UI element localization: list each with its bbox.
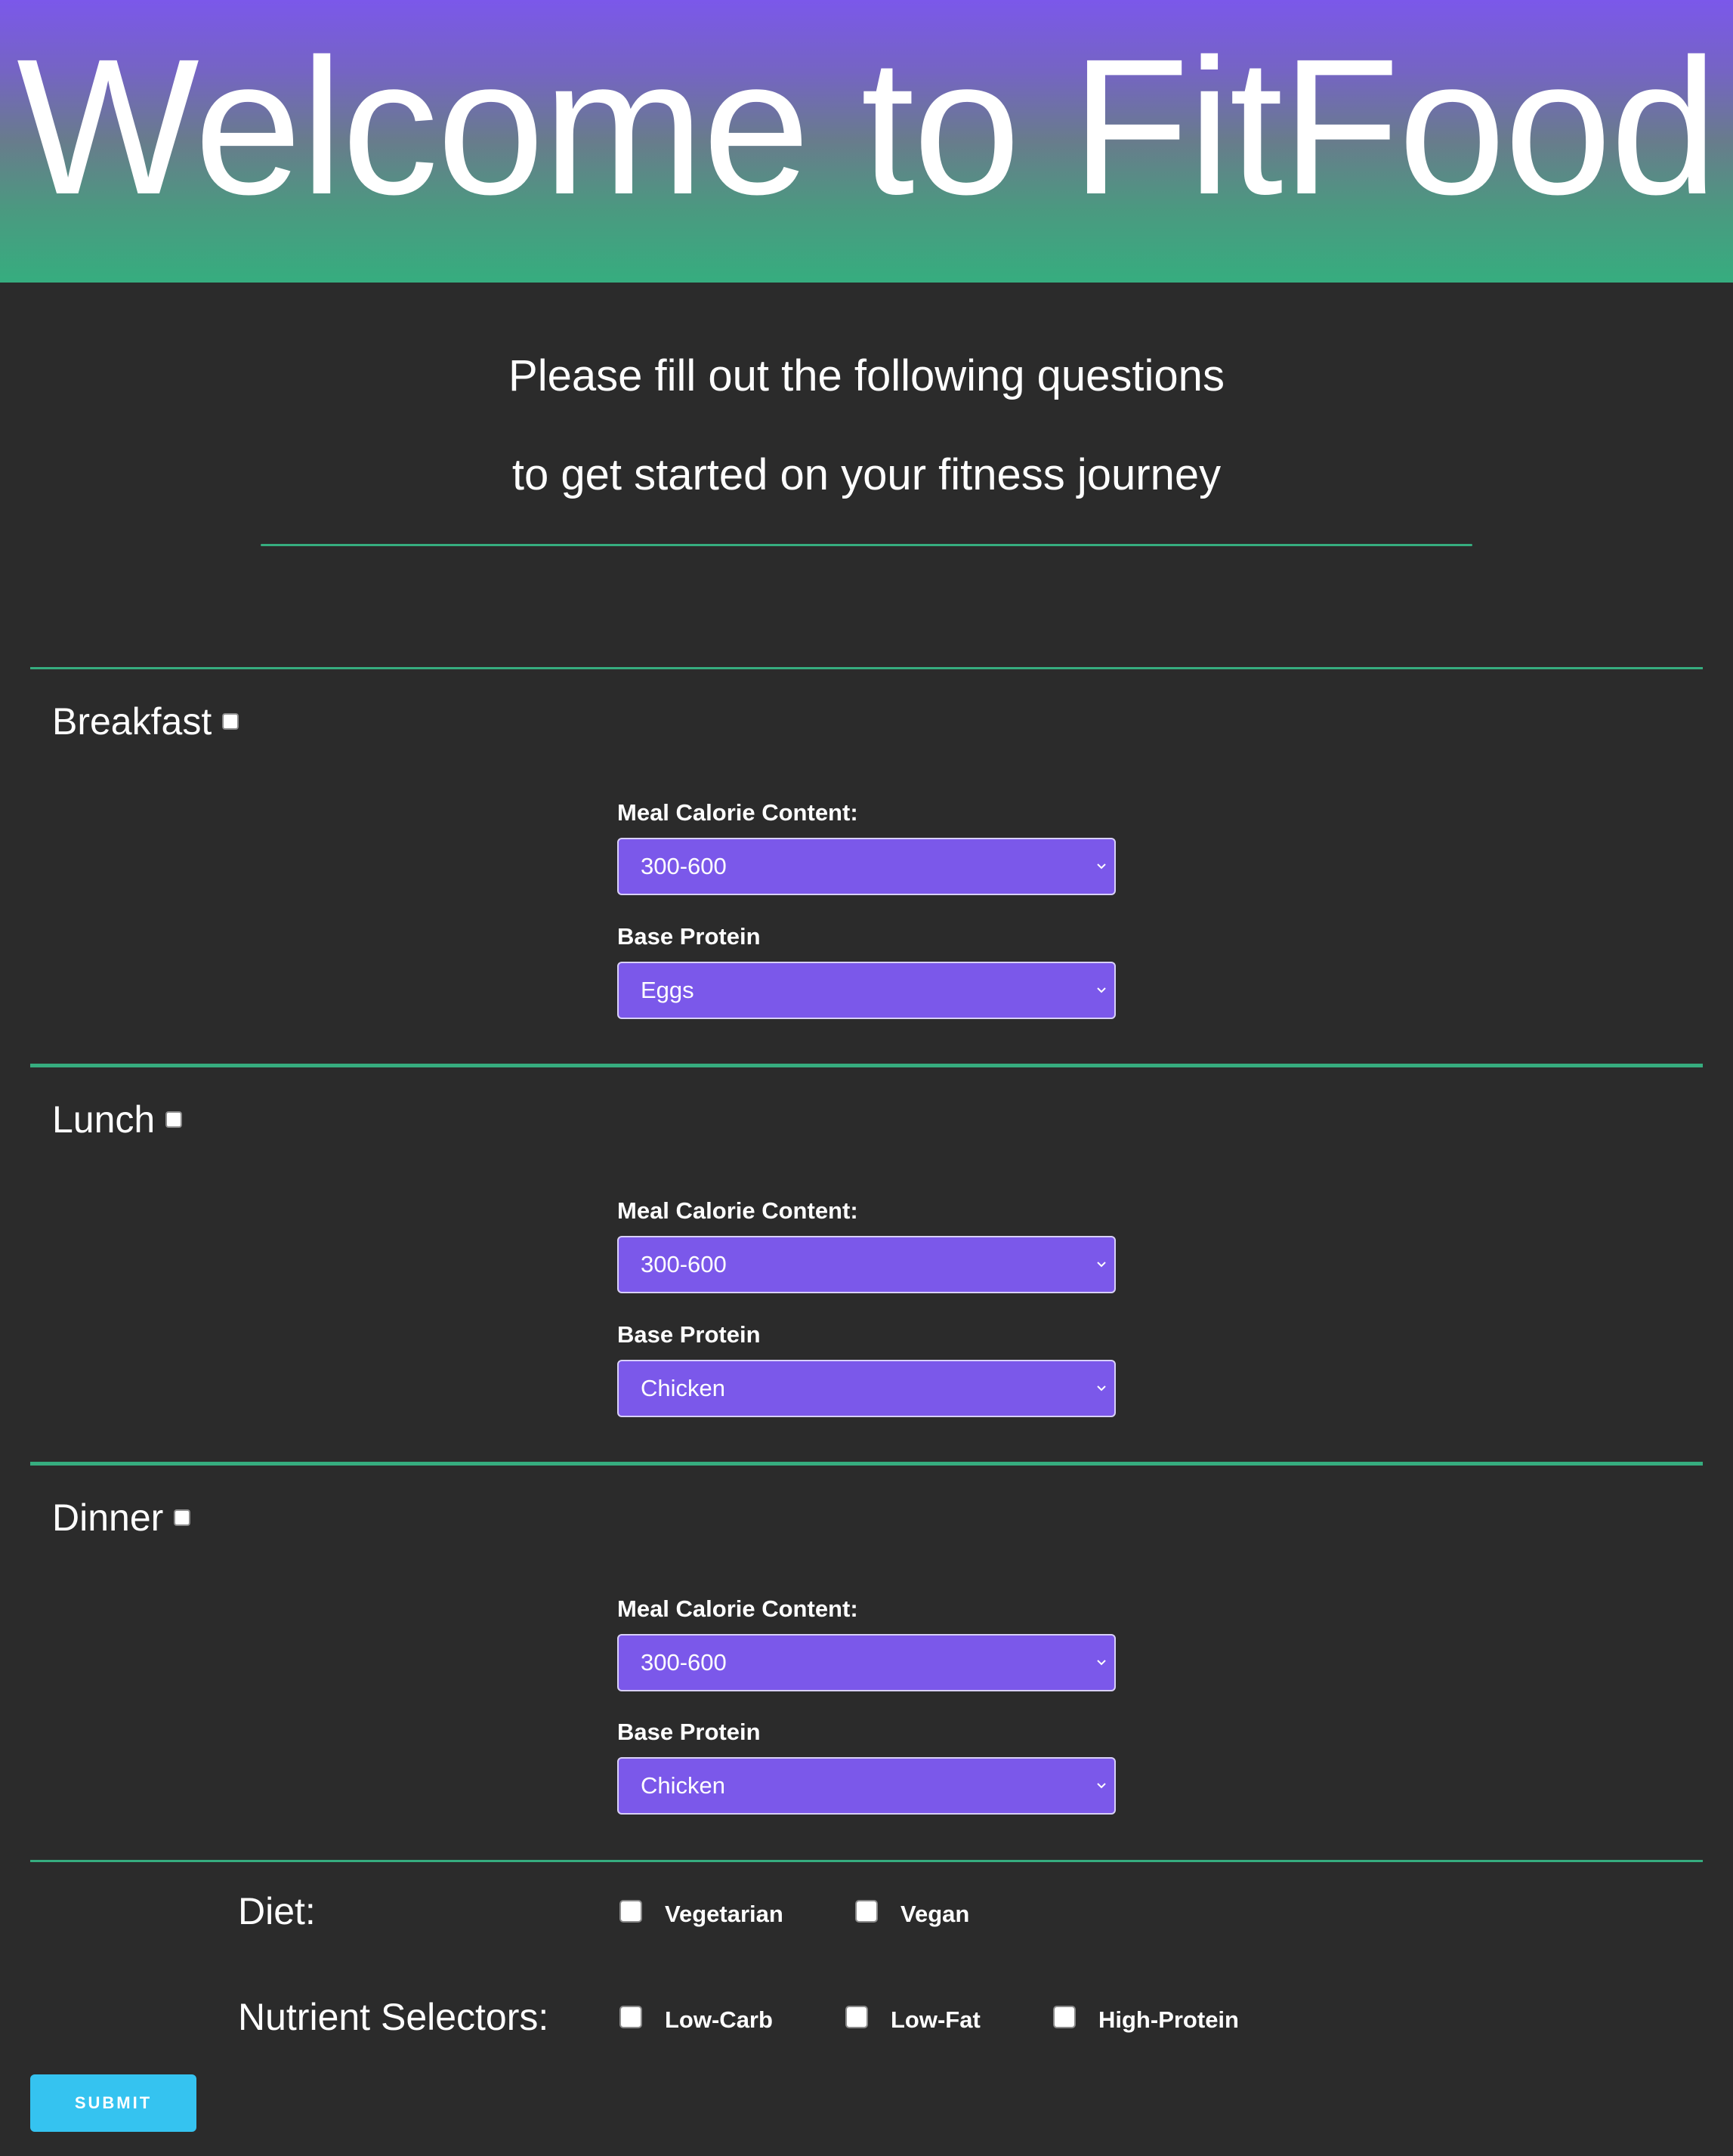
nutrient-option-low-carb[interactable]: Low-Carb [619, 2006, 773, 2034]
chevron-down-icon [1097, 1385, 1106, 1392]
low-fat-label: Low-Fat [891, 2006, 981, 2033]
lunch-title: Lunch [52, 1098, 156, 1141]
lunch-protein-label: Base Protein [617, 1321, 761, 1348]
high-protein-label: High-Protein [1098, 2006, 1239, 2033]
breakfast-protein-value: Eggs [641, 977, 694, 1003]
intro-text-line-2: to get started on your fitness journey [511, 450, 1222, 499]
diet-option-vegetarian[interactable]: Vegetarian [619, 1900, 783, 1928]
section-divider [30, 1860, 1703, 1862]
vegetarian-checkbox[interactable] [619, 1900, 642, 1923]
breakfast-calorie-select[interactable]: 300-600 [617, 838, 1116, 895]
lunch-calorie-label: Meal Calorie Content: [617, 1197, 858, 1224]
nutrient-selectors-label: Nutrient Selectors: [238, 1996, 549, 2038]
intro-text-line-1: Please fill out the following questions [508, 351, 1225, 400]
diet-label: Diet: [238, 1890, 316, 1932]
nutrient-option-low-fat[interactable]: Low-Fat [845, 2006, 981, 2034]
low-carb-checkbox[interactable] [619, 2006, 642, 2028]
breakfast-calorie-label: Meal Calorie Content: [617, 799, 858, 826]
dinner-checkbox[interactable] [174, 1509, 191, 1526]
nutrient-option-high-protein[interactable]: High-Protein [1053, 2006, 1239, 2034]
breakfast-protein-select[interactable]: Eggs [617, 962, 1116, 1019]
breakfast-calorie-value: 300-600 [641, 853, 727, 879]
breakfast-checkbox[interactable] [222, 713, 239, 730]
dinner-calorie-select[interactable]: 300-600 [617, 1634, 1116, 1691]
submit-button[interactable]: SUBMIT [30, 2074, 196, 2132]
vegan-checkbox[interactable] [855, 1900, 878, 1923]
intro-divider [261, 544, 1472, 546]
lunch-calorie-select[interactable]: 300-600 [617, 1236, 1116, 1293]
chevron-down-icon [1097, 1660, 1106, 1666]
low-carb-label: Low-Carb [665, 2006, 773, 2033]
dinner-protein-select[interactable]: Chicken [617, 1757, 1116, 1815]
dinner-calorie-label: Meal Calorie Content: [617, 1595, 858, 1622]
breakfast-section-header: Breakfast [52, 699, 239, 744]
breakfast-title: Breakfast [52, 700, 212, 743]
section-divider [30, 667, 1703, 669]
page-title: Welcome to FitFood [17, 19, 1718, 235]
hero-banner: Welcome to FitFood [0, 0, 1733, 283]
vegan-label: Vegan [900, 1901, 970, 1927]
breakfast-protein-label: Base Protein [617, 923, 761, 950]
chevron-down-icon [1097, 987, 1106, 993]
lunch-calorie-value: 300-600 [641, 1251, 727, 1277]
chevron-down-icon [1097, 1783, 1106, 1789]
dinner-calorie-value: 300-600 [641, 1649, 727, 1676]
section-divider [30, 1064, 1703, 1067]
chevron-down-icon [1097, 863, 1106, 870]
lunch-protein-select[interactable]: Chicken [617, 1360, 1116, 1417]
low-fat-checkbox[interactable] [845, 2006, 868, 2028]
diet-option-vegan[interactable]: Vegan [855, 1900, 970, 1928]
dinner-title: Dinner [52, 1497, 164, 1539]
high-protein-checkbox[interactable] [1053, 2006, 1076, 2028]
chevron-down-icon [1097, 1262, 1106, 1268]
lunch-section-header: Lunch [52, 1097, 183, 1142]
section-divider [30, 1462, 1703, 1466]
dinner-protein-value: Chicken [641, 1772, 725, 1799]
lunch-checkbox[interactable] [165, 1111, 183, 1128]
dinner-protein-label: Base Protein [617, 1719, 761, 1745]
dinner-section-header: Dinner [52, 1495, 191, 1540]
lunch-protein-value: Chicken [641, 1375, 725, 1401]
vegetarian-label: Vegetarian [665, 1901, 783, 1927]
